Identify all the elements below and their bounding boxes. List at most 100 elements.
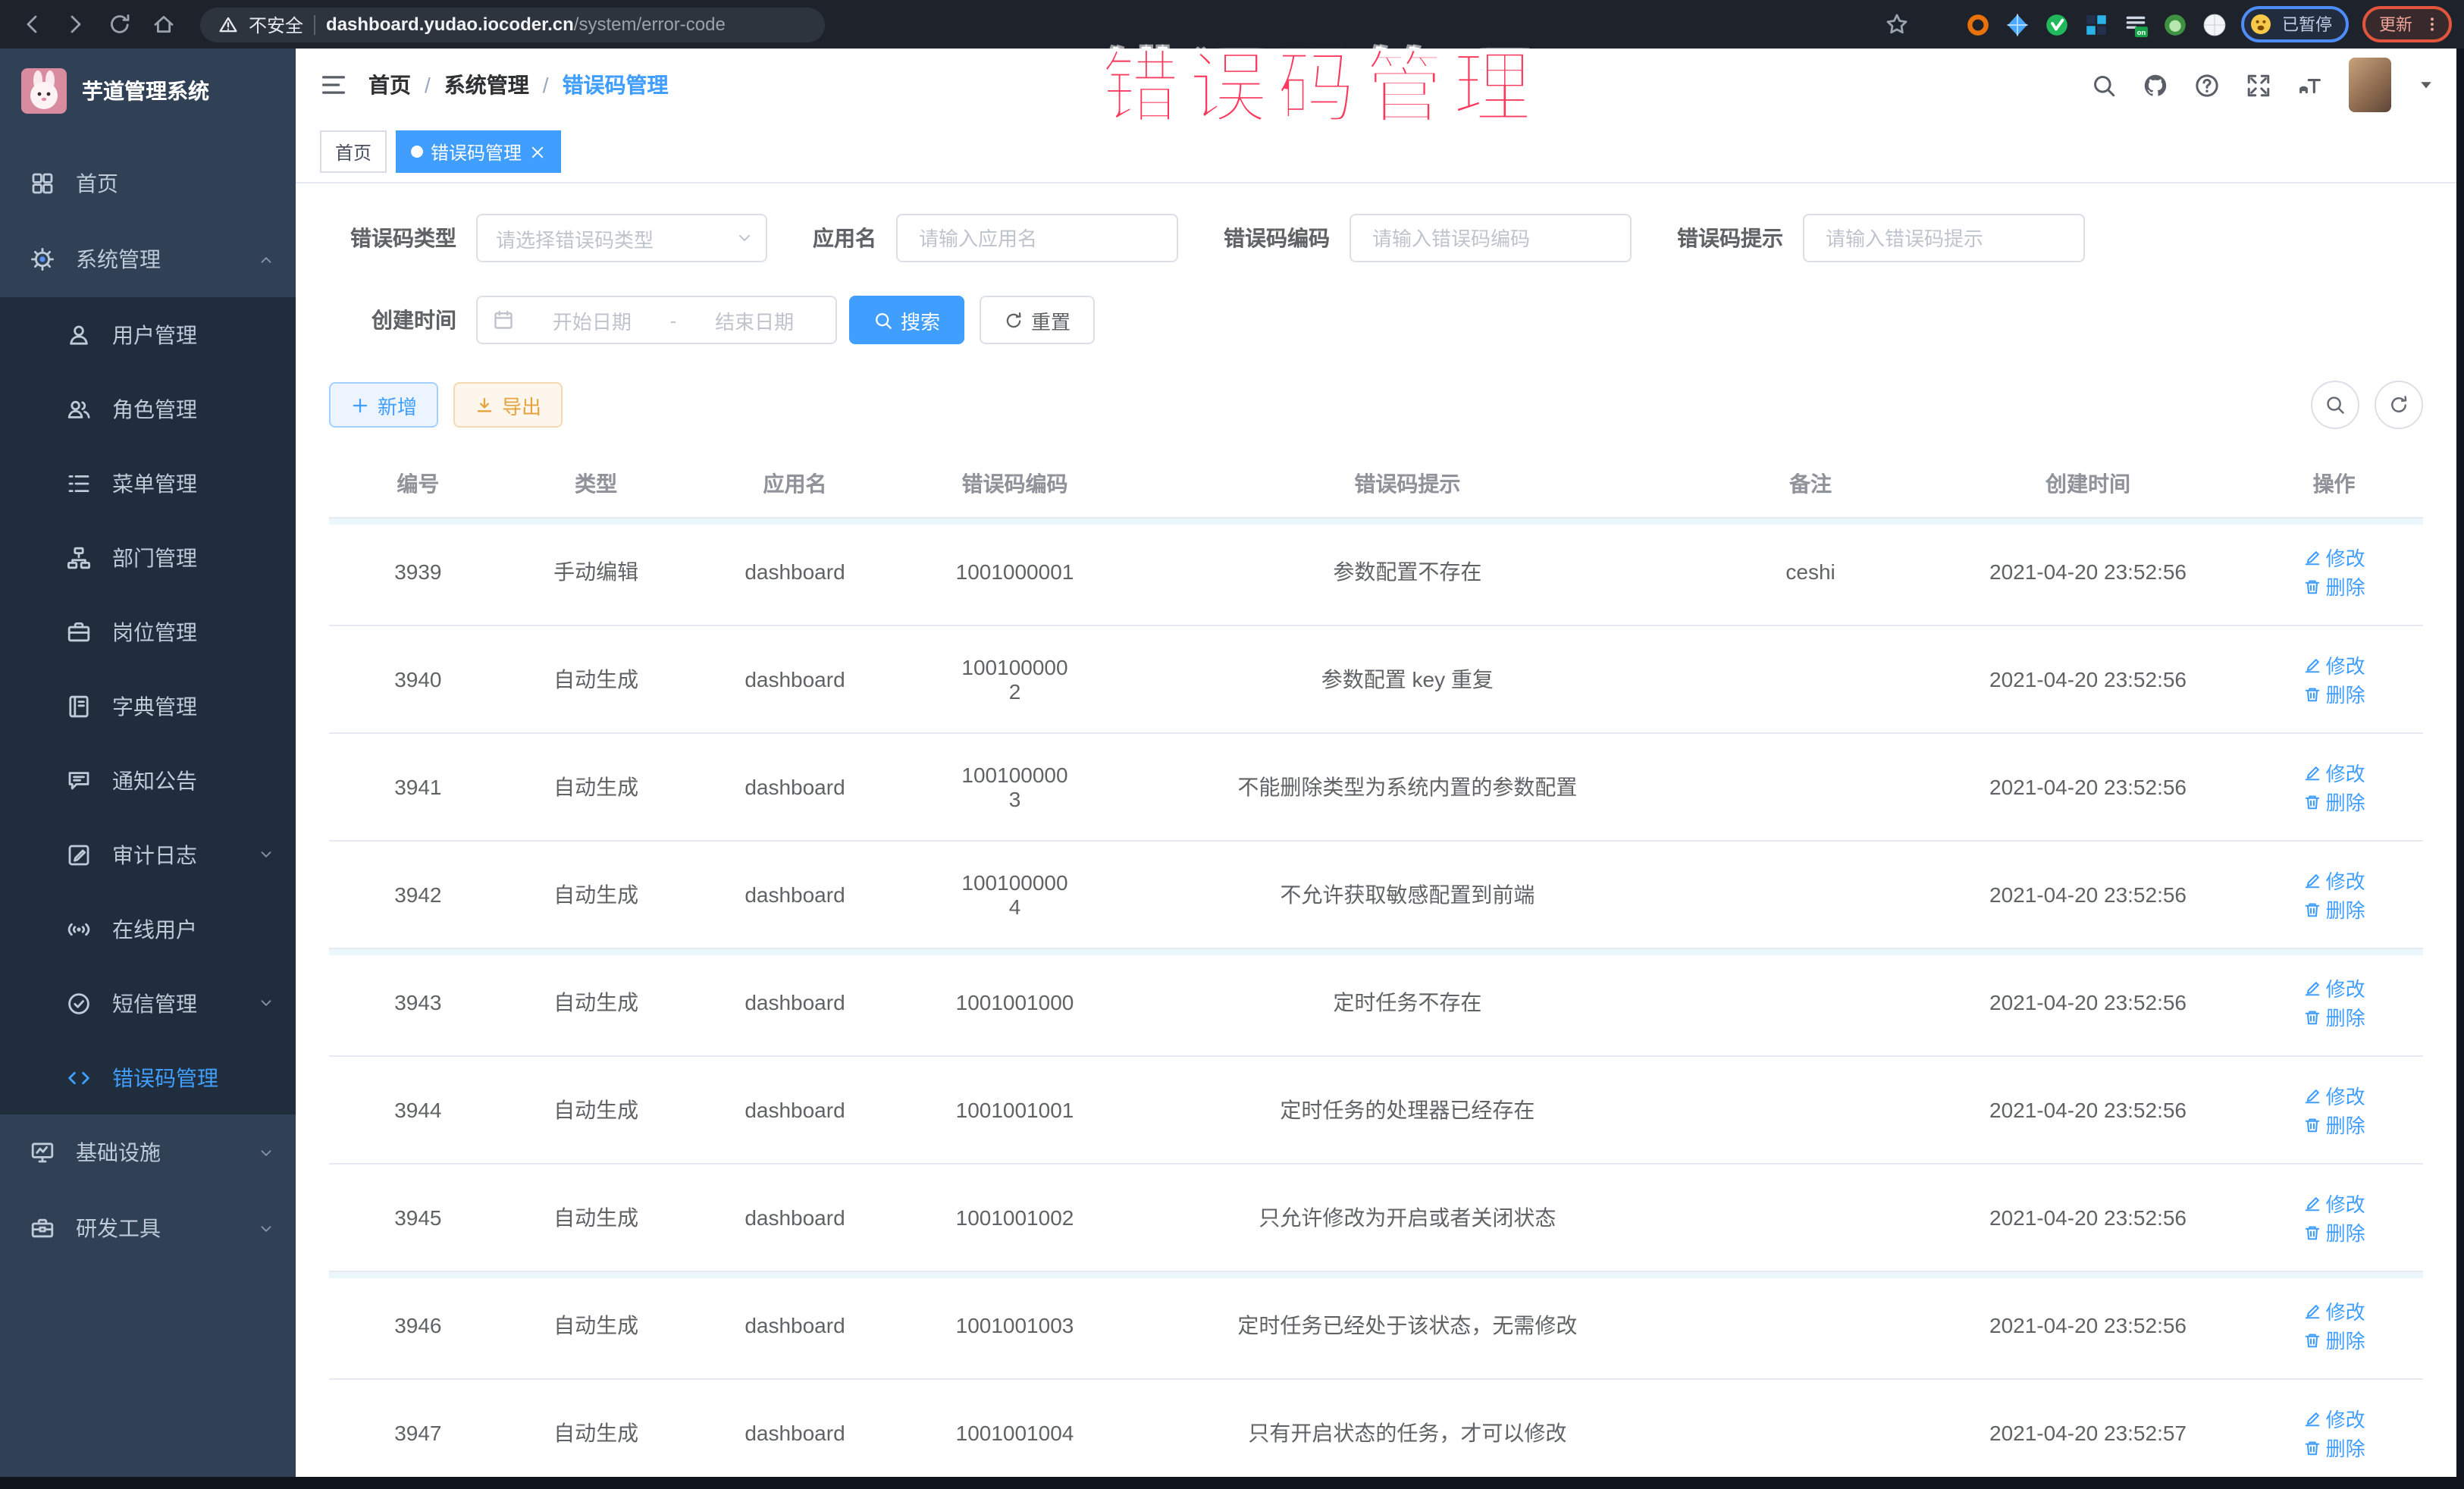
error-code-input[interactable] xyxy=(1369,225,1612,251)
breadcrumb-item[interactable]: 首页 xyxy=(368,70,411,100)
app-logo[interactable]: 芋道管理系统 xyxy=(0,49,296,133)
table-row[interactable]: 3947自动生成dashboard1001001004只有开启状态的任务，才可以… xyxy=(329,1379,2423,1477)
refresh-table-icon[interactable] xyxy=(2375,381,2423,429)
users-icon xyxy=(67,397,91,421)
edit-button[interactable]: 修改 xyxy=(2303,650,2365,679)
sidebar-item-post[interactable]: 岗位管理 xyxy=(0,594,296,669)
table-row[interactable]: 3946自动生成dashboard1001001003定时任务已经处于该状态，无… xyxy=(329,1271,2423,1379)
table-row[interactable]: 3942自动生成dashboard100100000 4不允许获取敏感配置到前端… xyxy=(329,841,2423,948)
orange-ring-extension-icon[interactable] xyxy=(1965,11,1991,37)
kebab-menu-icon[interactable] xyxy=(2423,15,2441,33)
reload-icon[interactable] xyxy=(108,12,132,36)
delete-button[interactable]: 删除 xyxy=(2303,1002,2365,1031)
sidebar-item-devtools[interactable]: 研发工具 xyxy=(0,1190,296,1266)
tiles-extension-icon[interactable] xyxy=(2083,11,2109,37)
delete-button[interactable]: 删除 xyxy=(2303,679,2365,708)
toggle-search-icon[interactable] xyxy=(2311,381,2359,429)
cell-created: 2021-04-20 23:52:56 xyxy=(1931,518,2245,625)
sidebar-item-label: 审计日志 xyxy=(112,839,197,870)
edit-button[interactable]: 修改 xyxy=(2303,758,2365,787)
delete-label: 删除 xyxy=(2326,1110,2365,1139)
green-v-extension-icon[interactable] xyxy=(2044,11,2070,37)
export-button[interactable]: 导出 xyxy=(453,382,563,428)
security-label: 不安全 xyxy=(249,11,303,37)
caret-down-icon[interactable] xyxy=(2417,76,2435,94)
table-row[interactable]: 3940自动生成dashboard100100000 2参数配置 key 重复2… xyxy=(329,625,2423,733)
sidebar-item-online[interactable]: 在线用户 xyxy=(0,892,296,966)
edit-note-icon xyxy=(67,842,91,867)
profile-paused-chip[interactable]: 已暂停 xyxy=(2241,6,2349,42)
edit-button[interactable]: 修改 xyxy=(2303,973,2365,1002)
sidebar-item-home[interactable]: 首页 xyxy=(0,146,296,221)
tab-label: 首页 xyxy=(335,139,371,165)
delete-button[interactable]: 删除 xyxy=(2303,1110,2365,1139)
home-icon[interactable] xyxy=(152,12,176,36)
add-button[interactable]: 新增 xyxy=(329,382,438,428)
cell-memo xyxy=(1690,1056,1931,1164)
cell-app: dashboard xyxy=(685,948,905,1056)
table-row[interactable]: 3939手动编辑dashboard1001000001参数配置不存在ceshi2… xyxy=(329,518,2423,625)
sidebar-item-infra[interactable]: 基础设施 xyxy=(0,1114,296,1190)
search-icon[interactable] xyxy=(2091,72,2117,98)
edit-button[interactable]: 修改 xyxy=(2303,866,2365,895)
table-tools xyxy=(2311,381,2423,429)
user-avatar[interactable] xyxy=(2349,58,2391,112)
error-type-select[interactable]: 请选择错误码类型 xyxy=(476,214,767,262)
forward-icon[interactable] xyxy=(64,12,88,36)
delete-button[interactable]: 删除 xyxy=(2303,1218,2365,1246)
breadcrumb-item[interactable]: 错误码管理 xyxy=(563,70,669,100)
sidebar-item-menu[interactable]: 菜单管理 xyxy=(0,446,296,520)
sidebar-item-audit[interactable]: 审计日志 xyxy=(0,817,296,892)
edit-button[interactable]: 修改 xyxy=(2303,1296,2365,1325)
tab-错误码管理[interactable]: 错误码管理 xyxy=(396,130,561,173)
app-name-input[interactable] xyxy=(916,225,1158,251)
main-area: 首页/系统管理/错误码管理 首页错误码管理 错误码类型 请选择错误码类型 xyxy=(296,49,2456,1477)
breadcrumb-item[interactable]: 系统管理 xyxy=(444,70,529,100)
sidebar-item-errorcode[interactable]: 错误码管理 xyxy=(0,1040,296,1114)
delete-button[interactable]: 删除 xyxy=(2303,895,2365,923)
cell-created: 2021-04-20 23:52:56 xyxy=(1931,1056,2245,1164)
table-row[interactable]: 3943自动生成dashboard1001001000定时任务不存在2021-0… xyxy=(329,948,2423,1056)
blue-gem-extension-icon[interactable] xyxy=(2005,11,2030,37)
date-range-picker[interactable]: 开始日期 - 结束日期 xyxy=(476,296,837,344)
fullscreen-icon[interactable] xyxy=(2246,72,2271,98)
back-icon[interactable] xyxy=(20,12,44,36)
delete-button[interactable]: 删除 xyxy=(2303,787,2365,816)
sidebar-item-system[interactable]: 系统管理 xyxy=(0,221,296,297)
delete-button[interactable]: 删除 xyxy=(2303,572,2365,600)
code-icon xyxy=(67,1065,91,1089)
search-button[interactable]: 搜索 xyxy=(849,296,964,344)
collapse-menu-icon[interactable] xyxy=(320,71,347,99)
switch-on-extension-icon[interactable]: on xyxy=(2123,11,2149,37)
github-icon[interactable] xyxy=(2143,72,2168,98)
edit-icon xyxy=(2303,871,2321,889)
table-row[interactable]: 3945自动生成dashboard1001001002只允许修改为开启或者关闭状… xyxy=(329,1164,2423,1271)
browser-update-button[interactable]: 更新 xyxy=(2362,6,2452,42)
delete-button[interactable]: 删除 xyxy=(2303,1433,2365,1462)
tab-首页[interactable]: 首页 xyxy=(320,130,387,173)
pinwheel-extension-icon[interactable] xyxy=(2202,11,2227,37)
sidebar-item-sms[interactable]: 短信管理 xyxy=(0,966,296,1040)
cell-hint: 不能删除类型为系统内置的参数配置 xyxy=(1125,733,1691,841)
delete-button[interactable]: 删除 xyxy=(2303,1325,2365,1354)
sidebar-item-dept[interactable]: 部门管理 xyxy=(0,520,296,594)
edit-button[interactable]: 修改 xyxy=(2303,1081,2365,1110)
address-bar[interactable]: 不安全 dashboard.yudao.iocoder.cn/system/er… xyxy=(200,7,825,42)
bookmark-star-icon[interactable] xyxy=(1885,12,1909,36)
font-size-icon[interactable] xyxy=(2297,72,2323,98)
sidebar-item-dict[interactable]: 字典管理 xyxy=(0,669,296,743)
cell-code: 1001001001 xyxy=(905,1056,1125,1164)
monkey-extension-icon[interactable] xyxy=(2162,11,2188,37)
reset-button[interactable]: 重置 xyxy=(980,296,1095,344)
error-hint-input[interactable] xyxy=(1823,225,2065,251)
help-icon[interactable] xyxy=(2194,72,2220,98)
table-row[interactable]: 3944自动生成dashboard1001001001定时任务的处理器已经存在2… xyxy=(329,1056,2423,1164)
table-row[interactable]: 3941自动生成dashboard100100000 3不能删除类型为系统内置的… xyxy=(329,733,2423,841)
filter-app-label: 应用名 xyxy=(813,223,876,253)
edit-button[interactable]: 修改 xyxy=(2303,1404,2365,1433)
sidebar-item-user[interactable]: 用户管理 xyxy=(0,297,296,371)
sidebar-item-role[interactable]: 角色管理 xyxy=(0,371,296,446)
edit-button[interactable]: 修改 xyxy=(2303,1189,2365,1218)
edit-button[interactable]: 修改 xyxy=(2303,543,2365,572)
sidebar-item-notice[interactable]: 通知公告 xyxy=(0,743,296,817)
